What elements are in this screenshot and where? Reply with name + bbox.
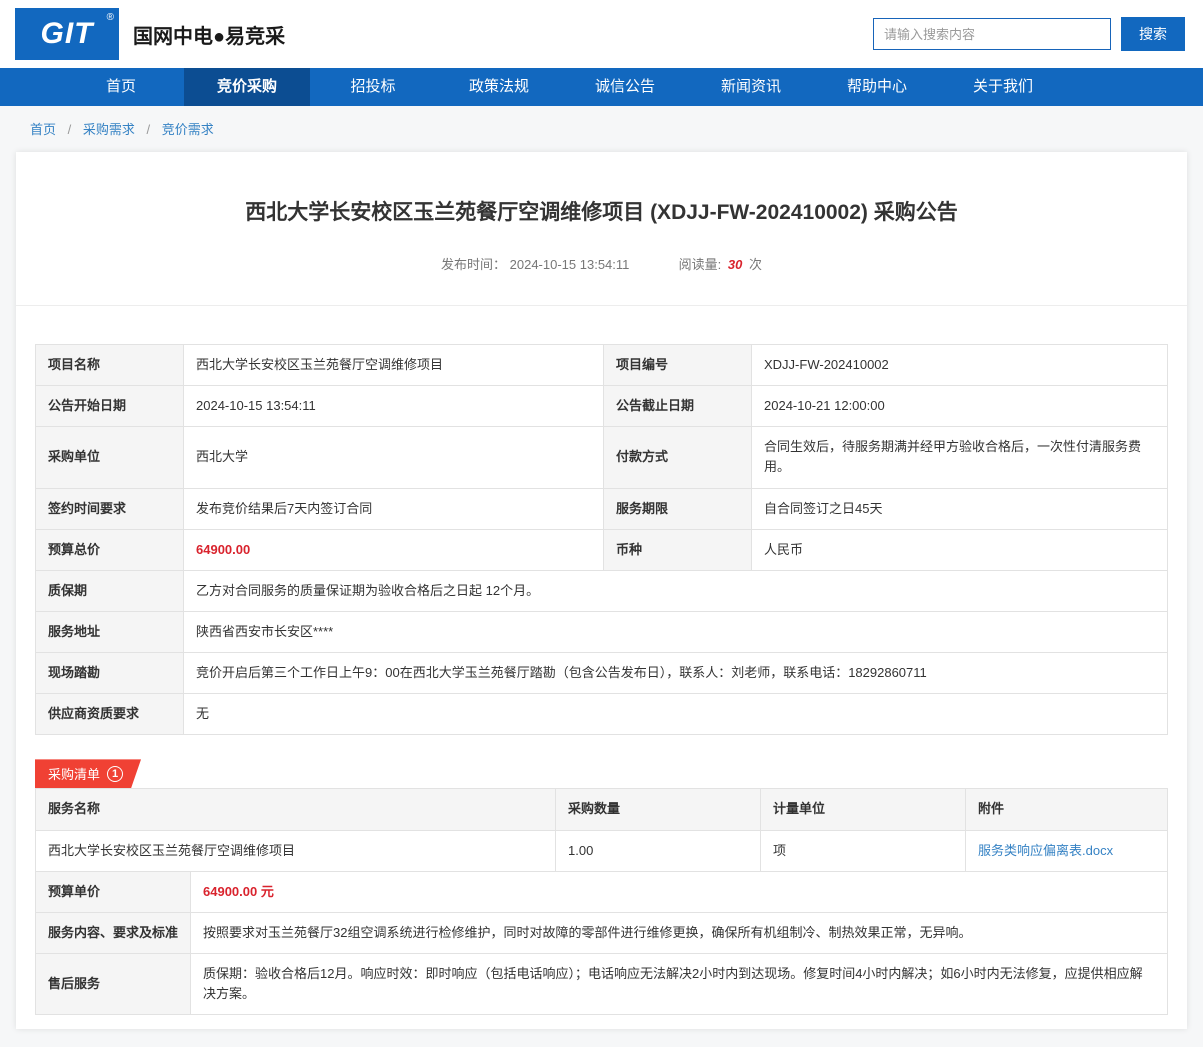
info-label: 供应商资质要求 [35,693,184,736]
site-title: 国网中电●易竞采 [133,25,286,48]
main-nav: 首页 竞价采购 招投标 政策法规 诚信公告 新闻资讯 帮助中心 关于我们 [0,68,1203,106]
tab-purchase-list[interactable]: 采购清单 1 [35,759,141,788]
detail-label: 售后服务 [35,952,191,1016]
table-row: 西北大学长安校区玉兰苑餐厅空调维修项目 1.00 项 服务类响应偏离表.docx [35,829,1168,872]
column-header-service-name: 服务名称 [35,788,556,831]
breadcrumb-separator: / [67,122,72,137]
views-count: 30 [727,257,743,272]
info-label: 采购单位 [35,426,184,489]
budget-total-value: 64900.00 [183,528,604,571]
nav-item-tendering[interactable]: 招投标 [310,68,436,106]
nav-item-policies[interactable]: 政策法规 [436,68,562,106]
announcement-meta: 发布时间： 2024-10-15 13:54:11 阅读量: 30 次 [35,254,1168,273]
info-label: 预算总价 [35,528,184,571]
breadcrumb-bid-demand[interactable]: 竞价需求 [162,122,214,137]
info-label: 公告截止日期 [603,385,752,428]
detail-label: 服务内容、要求及标准 [35,911,191,954]
table-row: 公告开始日期 2024-10-15 13:54:11 公告截止日期 2024-1… [35,385,1168,428]
unit-price-value: 64900.00 元 [190,870,1168,913]
table-row: 项目名称 西北大学长安校区玉兰苑餐厅空调维修项目 项目编号 XDJJ-FW-20… [35,343,1168,387]
site-logo[interactable]: GIT ® [15,8,119,60]
registered-mark-icon: ® [106,12,114,23]
count-badge: 1 [107,766,123,782]
info-value: 竞价开启后第三个工作日上午9：00在西北大学玉兰苑餐厅踏勘（包含公告发布日），联… [183,652,1168,695]
info-value: 2024-10-21 12:00:00 [751,385,1168,428]
nav-item-home[interactable]: 首页 [58,68,184,106]
info-value: 自合同签订之日45天 [751,487,1168,530]
info-value: XDJJ-FW-202410002 [751,343,1168,387]
announcement-card: 西北大学长安校区玉兰苑餐厅空调维修项目 (XDJJ-FW-202410002) … [16,152,1187,1030]
table-row: 预算单价 64900.00 元 [35,870,1168,913]
table-header-row: 服务名称 采购数量 计量单位 附件 [35,788,1168,831]
nav-item-news[interactable]: 新闻资讯 [688,68,814,106]
column-header-attachment: 附件 [965,788,1168,831]
views-label: 阅读量: [678,257,722,272]
logo-text: GIT [40,17,94,50]
attachment-link[interactable]: 服务类响应偏离表.docx [978,843,1113,858]
info-value: 西北大学 [183,426,604,489]
search-button[interactable]: 搜索 [1121,17,1185,51]
page-title: 西北大学长安校区玉兰苑餐厅空调维修项目 (XDJJ-FW-202410002) … [245,201,958,224]
nav-item-help-center[interactable]: 帮助中心 [814,68,940,106]
table-row: 预算总价 64900.00 币种 人民币 [35,528,1168,571]
info-label: 签约时间要求 [35,487,184,530]
info-label: 现场踏勘 [35,652,184,695]
unit-cell: 项 [760,829,966,872]
quantity-cell: 1.00 [555,829,761,872]
table-row: 服务地址 陕西省西安市长安区**** [35,610,1168,654]
attachment-cell: 服务类响应偏离表.docx [965,829,1168,872]
top-header: GIT ® 国网中电●易竞采 搜索 [0,0,1203,68]
info-value: 人民币 [751,528,1168,571]
purchase-details-table: 预算单价 64900.00 元 服务内容、要求及标准 按照要求对玉兰苑餐厅32组… [35,870,1168,1016]
publish-time-value: 2024-10-15 13:54:11 [509,257,630,272]
breadcrumb-purchase-demand[interactable]: 采购需求 [83,122,135,137]
nav-item-about-us[interactable]: 关于我们 [940,68,1066,106]
info-value: 合同生效后，待服务期满并经甲方验收合格后，一次性付清服务费用。 [751,426,1168,489]
info-label: 质保期 [35,569,184,612]
table-row: 供应商资质要求 无 [35,693,1168,736]
column-header-unit: 计量单位 [760,788,966,831]
publish-time-label: 发布时间： [441,257,507,272]
info-label: 服务期限 [603,487,752,530]
info-label: 服务地址 [35,610,184,654]
info-value: 乙方对合同服务的质量保证期为验收合格后之日起 12个月。 [183,569,1168,612]
purchase-list-section: 采购清单 1 服务名称 采购数量 计量单位 附件 西北大学长安校区玉兰苑餐厅空调… [35,759,1168,1016]
nav-item-bid-purchase[interactable]: 竞价采购 [184,68,310,106]
breadcrumb: 首页 / 采购需求 / 竞价需求 [0,106,1203,150]
info-label: 付款方式 [603,426,752,489]
section-divider [16,305,1187,306]
table-row: 采购单位 西北大学 付款方式 合同生效后，待服务期满并经甲方验收合格后，一次性付… [35,426,1168,489]
search-bar: 搜索 [873,17,1185,51]
project-info-table: 项目名称 西北大学长安校区玉兰苑餐厅空调维修项目 项目编号 XDJJ-FW-20… [35,343,1168,736]
detail-label: 预算单价 [35,870,191,913]
info-label: 公告开始日期 [35,385,184,428]
breadcrumb-home[interactable]: 首页 [30,122,56,137]
info-label: 项目名称 [35,343,184,387]
info-value: 发布竞价结果后7天内签订合同 [183,487,604,530]
info-value: 无 [183,693,1168,736]
search-input[interactable] [873,18,1111,50]
breadcrumb-separator: / [146,122,151,137]
info-value: 2024-10-15 13:54:11 [183,385,604,428]
table-row: 服务内容、要求及标准 按照要求对玉兰苑餐厅32组空调系统进行检修维护，同时对故障… [35,911,1168,954]
info-value: 陕西省西安市长安区**** [183,610,1168,654]
info-label: 币种 [603,528,752,571]
page-background: 首页 / 采购需求 / 竞价需求 西北大学长安校区玉兰苑餐厅空调维修项目 (XD… [0,106,1203,1047]
service-name-cell: 西北大学长安校区玉兰苑餐厅空调维修项目 [35,829,556,872]
purchase-list-tab-label: 采购清单 [48,767,101,783]
table-row: 现场踏勘 竞价开启后第三个工作日上午9：00在西北大学玉兰苑餐厅踏勘（包含公告发… [35,652,1168,695]
views-unit: 次 [748,257,762,272]
nav-item-integrity-notice[interactable]: 诚信公告 [562,68,688,106]
table-row: 质保期 乙方对合同服务的质量保证期为验收合格后之日起 12个月。 [35,569,1168,612]
purchase-items-table: 服务名称 采购数量 计量单位 附件 西北大学长安校区玉兰苑餐厅空调维修项目 1.… [35,788,1168,872]
info-value: 西北大学长安校区玉兰苑餐厅空调维修项目 [183,343,604,387]
detail-value: 质保期：验收合格后12月。响应时效：即时响应（包括电话响应）；电话响应无法解决2… [190,952,1168,1016]
detail-value: 按照要求对玉兰苑餐厅32组空调系统进行检修维护，同时对故障的零部件进行维修更换，… [190,911,1168,954]
table-row: 售后服务 质保期：验收合格后12月。响应时效：即时响应（包括电话响应）；电话响应… [35,952,1168,1016]
column-header-quantity: 采购数量 [555,788,761,831]
table-row: 签约时间要求 发布竞价结果后7天内签订合同 服务期限 自合同签订之日45天 [35,487,1168,530]
info-label: 项目编号 [603,343,752,387]
